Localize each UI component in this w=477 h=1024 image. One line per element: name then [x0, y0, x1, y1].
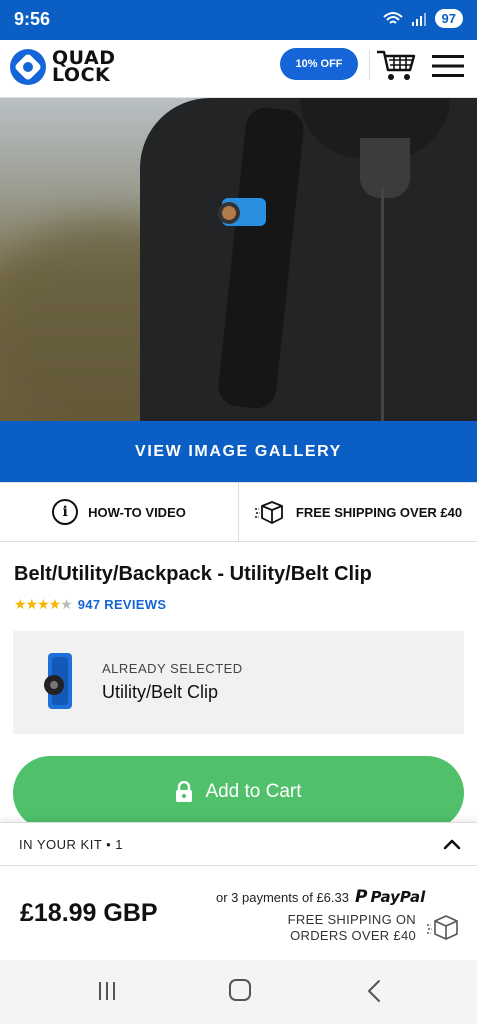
discount-button[interactable]: 10% OFF	[280, 48, 358, 80]
lock-icon	[176, 781, 193, 802]
box-icon	[427, 915, 458, 940]
product-title: Belt/Utility/Backpack - Utility/Belt Cli…	[14, 563, 372, 585]
selected-label: ALREADY SELECTED	[102, 661, 243, 676]
product-hero-image[interactable]	[0, 98, 477, 421]
how-to-video-label: HOW-TO VIDEO	[88, 504, 186, 520]
header-divider	[369, 50, 370, 80]
belt-clip-thumbnail	[44, 653, 72, 709]
box-icon	[254, 501, 283, 524]
logo-mark-icon	[10, 49, 46, 85]
menu-icon[interactable]	[432, 54, 464, 78]
free-shipping-info[interactable]: FREE SHIPPING OVER £40	[238, 483, 477, 541]
add-to-cart-label: Add to Cart	[205, 781, 302, 802]
installments-info[interactable]: or 3 payments of £6.33 P PayPal	[216, 887, 425, 907]
cart-icon[interactable]	[376, 48, 416, 82]
paypal-logo: P PayPal	[355, 887, 425, 907]
info-icon: i	[52, 499, 79, 525]
status-time: 9:56	[14, 9, 51, 29]
footer-shipping-line-1: FREE SHIPPING ON	[287, 912, 416, 927]
hero-shirt	[360, 138, 410, 198]
paypal-icon: P	[354, 887, 368, 907]
status-bar: 9:56 97	[0, 0, 477, 40]
site-header: QUAD LOCK 10% OFF	[0, 40, 477, 98]
quad-lock-logo[interactable]: QUAD LOCK	[10, 49, 115, 85]
hero-zipper	[381, 188, 384, 421]
reviews-link[interactable]: 947 REVIEWS	[78, 597, 167, 612]
status-icons: 97	[382, 9, 463, 28]
home-icon[interactable]	[229, 979, 251, 1001]
chevron-up-icon[interactable]	[442, 837, 462, 851]
paypal-label: PayPal	[370, 888, 426, 906]
free-shipping-label: FREE SHIPPING OVER £40	[295, 504, 463, 520]
hero-clip-mount	[218, 202, 240, 224]
info-row: i HOW-TO VIDEO FREE SHIPPING OVER £40	[0, 482, 477, 542]
kit-label: IN YOUR KIT • 1	[19, 837, 124, 852]
star-rating: ★★★★★	[14, 596, 73, 612]
logo-text: QUAD LOCK	[52, 49, 115, 86]
battery-level: 97	[434, 9, 463, 28]
product-rating[interactable]: ★★★★★ 947 REVIEWS	[14, 596, 166, 613]
back-icon[interactable]	[366, 979, 382, 1003]
system-nav-bar	[0, 960, 477, 1024]
price-footer: £18.99 GBP or 3 payments of £6.33 P PayP…	[0, 866, 477, 960]
recents-icon[interactable]	[96, 980, 118, 1002]
selected-variant-card[interactable]: ALREADY SELECTED Utility/Belt Clip	[13, 631, 464, 734]
kit-bar[interactable]: IN YOUR KIT • 1	[0, 822, 477, 866]
price: £18.99 GBP	[20, 899, 158, 927]
signal-icon	[411, 12, 426, 26]
footer-shipping-note: FREE SHIPPING ON ORDERS OVER £40	[280, 912, 416, 944]
how-to-video-link[interactable]: i HOW-TO VIDEO	[0, 483, 238, 541]
view-gallery-button[interactable]: VIEW IMAGE GALLERY	[0, 421, 477, 482]
add-to-cart-button[interactable]: Add to Cart	[13, 756, 464, 830]
wifi-icon	[382, 11, 403, 24]
footer-shipping-line-2: ORDERS OVER £40	[290, 928, 416, 943]
hero-jacket	[140, 98, 477, 421]
installments-text: or 3 payments of £6.33	[216, 889, 349, 905]
selected-value: Utility/Belt Clip	[102, 682, 219, 702]
logo-line-2: LOCK	[52, 64, 111, 86]
